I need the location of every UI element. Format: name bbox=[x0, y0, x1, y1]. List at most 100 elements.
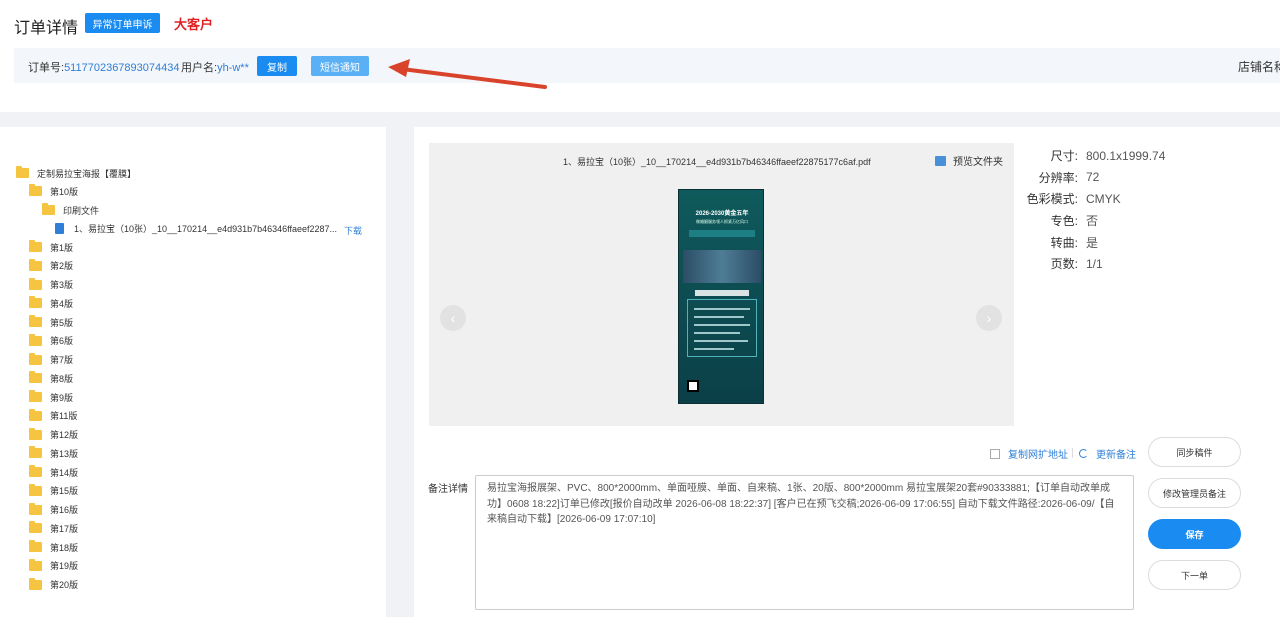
folder-icon bbox=[29, 558, 42, 571]
copy-url-link[interactable]: 复制网扩地址 bbox=[990, 446, 1068, 461]
spec-key: 尺寸: bbox=[1050, 149, 1078, 164]
tree-item-version[interactable]: 第4版 bbox=[29, 296, 73, 310]
tree-item-version[interactable]: 第9版 bbox=[29, 390, 73, 404]
spec-value: 是 bbox=[1086, 235, 1099, 250]
tree-item-version[interactable]: 第20版 bbox=[29, 577, 78, 592]
tree-item-label: 第15版 bbox=[50, 486, 79, 497]
edit-admin-remark-button[interactable]: 修改管理员备注 bbox=[1148, 478, 1241, 508]
remark-textarea[interactable]: 易拉宝海报展架、PVC、800*2000mm、单面哑膜、单面、自来稿、1张、20… bbox=[475, 475, 1134, 610]
copy-button[interactable]: 复制 bbox=[257, 56, 297, 76]
tree-item-version[interactable]: 第10版 bbox=[29, 184, 78, 198]
tree-item-label: 第2版 bbox=[50, 261, 74, 272]
tree-item-label: 第14版 bbox=[50, 467, 79, 478]
sms-notify-button[interactable]: 短信通知 bbox=[311, 56, 369, 76]
folder-icon bbox=[29, 390, 42, 402]
folder-icon bbox=[16, 166, 29, 178]
vip-tag: 大客户 bbox=[174, 17, 214, 32]
poster-photo bbox=[683, 250, 761, 283]
tree-item-label: 第13版 bbox=[50, 448, 79, 459]
tree-item-version[interactable]: 第6版 bbox=[29, 333, 73, 348]
tree-item-label: 第9版 bbox=[50, 392, 74, 403]
username-label: 用户名: bbox=[181, 62, 218, 74]
tree-item-version[interactable]: 第15版 bbox=[29, 483, 79, 498]
tree-item-version[interactable]: 第17版 bbox=[29, 521, 78, 535]
update-remark-link[interactable]: 更新备注 bbox=[1079, 446, 1136, 461]
tree-item-label: 第4版 bbox=[50, 298, 74, 309]
folder-icon bbox=[29, 371, 42, 384]
folder-icon bbox=[29, 184, 42, 196]
refresh-icon bbox=[1079, 449, 1088, 458]
folder-icon bbox=[29, 333, 42, 346]
folder-icon bbox=[29, 483, 42, 496]
folder-search-icon bbox=[935, 155, 946, 166]
spec-key: 专色: bbox=[1050, 214, 1078, 229]
tree-item-label: 第18版 bbox=[50, 542, 79, 553]
username: 用户名:yh-w** bbox=[181, 59, 249, 75]
folder-icon bbox=[29, 465, 42, 477]
tree-item-label: 第8版 bbox=[50, 373, 74, 384]
spec-value: 否 bbox=[1086, 214, 1099, 229]
tree-item-version[interactable]: 第7版 bbox=[29, 352, 74, 367]
tree-item-label: 第10版 bbox=[50, 186, 79, 197]
poster-line bbox=[694, 308, 750, 310]
tree-item-version[interactable]: 第18版 bbox=[29, 540, 78, 554]
tree-item-version[interactable]: 第16版 bbox=[29, 502, 78, 517]
divider bbox=[1072, 448, 1073, 458]
folder-icon bbox=[29, 446, 42, 459]
tree-item-version[interactable]: 第3版 bbox=[29, 277, 74, 292]
tree-item-file[interactable]: 1、易拉宝（10张）_10__170214__e4d931b7b46346ffa… bbox=[55, 221, 337, 235]
tree-item-version[interactable]: 第11版 bbox=[29, 408, 78, 423]
update-remark-label: 更新备注 bbox=[1096, 450, 1136, 461]
tree-item-version[interactable]: 第5版 bbox=[29, 315, 73, 329]
folder-icon bbox=[29, 502, 42, 515]
tree-item-version[interactable]: 第2版 bbox=[29, 258, 74, 273]
save-button[interactable]: 保存 bbox=[1148, 519, 1241, 549]
folder-icon bbox=[29, 277, 42, 290]
file-icon bbox=[55, 222, 64, 234]
file-specs: 尺寸: 800.1x1999.74 分辨率: 72 色彩模式: CMYK 专色: 否转曲: 是页… bbox=[1020, 145, 1220, 275]
order-number: 订单号:5117702367893074434 bbox=[28, 59, 179, 75]
page-title: 订单详情 bbox=[14, 20, 79, 37]
poster-text-box bbox=[687, 299, 757, 357]
folder-icon bbox=[29, 352, 42, 365]
folder-icon bbox=[29, 521, 42, 534]
spec-row: 分辨率: 72 bbox=[1020, 167, 1220, 189]
tree-item-label: 第1版 bbox=[50, 242, 74, 253]
tree-root[interactable]: 定制易拉宝海报【覆膜】 bbox=[16, 166, 136, 180]
tree-item-label: 第3版 bbox=[50, 280, 74, 290]
sync-manuscript-button[interactable]: 同步稿件 bbox=[1148, 437, 1241, 467]
preview-folder-link[interactable]: 预览文件夹 bbox=[935, 153, 1003, 168]
poster-title: 2026-2030黄金五年 bbox=[695, 211, 749, 217]
tree-item-version[interactable]: 第14版 bbox=[29, 465, 78, 479]
tree-item-version[interactable]: 第12版 bbox=[29, 427, 78, 442]
prev-page-button[interactable]: ‹ bbox=[440, 305, 466, 331]
spec-key: 色彩模式: bbox=[1026, 192, 1078, 207]
spec-key: 转曲: bbox=[1050, 235, 1078, 250]
tree-item-label: 第17版 bbox=[50, 523, 79, 534]
order-number-value[interactable]: 5117702367893074434 bbox=[64, 62, 179, 74]
poster-thumbnail: 2026-2030黄金五年 做婚姻服务领人抓紧万亿风口 bbox=[678, 189, 764, 404]
poster-line bbox=[694, 348, 734, 350]
username-value[interactable]: yh-w** bbox=[217, 62, 249, 74]
next-page-button[interactable]: › bbox=[976, 305, 1002, 331]
next-order-button[interactable]: 下一单 bbox=[1148, 560, 1241, 590]
download-link[interactable]: 下载 bbox=[344, 224, 362, 237]
folder-icon bbox=[29, 240, 42, 252]
spec-value: 1/1 bbox=[1086, 256, 1103, 271]
tree-item-print-folder[interactable]: 印刷文件 bbox=[42, 203, 99, 217]
tree-item-label: 第7版 bbox=[50, 355, 74, 365]
spec-key: 分辨率: bbox=[1038, 170, 1078, 185]
spec-row: 尺寸: 800.1x1999.74 bbox=[1020, 145, 1220, 167]
poster-sub-band bbox=[695, 290, 749, 296]
tree-item-label: 1、易拉宝（10张）_10__170214__e4d931b7b46346ffa… bbox=[74, 223, 338, 234]
poster-line bbox=[694, 340, 748, 342]
tree-item-version[interactable]: 第13版 bbox=[29, 446, 78, 460]
appeal-button[interactable]: 异常订单申诉 bbox=[85, 13, 160, 33]
tree-item-version[interactable]: 第1版 bbox=[29, 240, 73, 254]
poster-line bbox=[694, 324, 750, 326]
tree-item-version[interactable]: 第19版 bbox=[29, 558, 78, 573]
tree-item-label: 第11版 bbox=[50, 411, 78, 422]
spec-value: 800.1x1999.74 bbox=[1086, 148, 1166, 163]
tree-item-version[interactable]: 第8版 bbox=[29, 371, 73, 385]
shop-name-label: 店铺名称 bbox=[1238, 60, 1280, 74]
